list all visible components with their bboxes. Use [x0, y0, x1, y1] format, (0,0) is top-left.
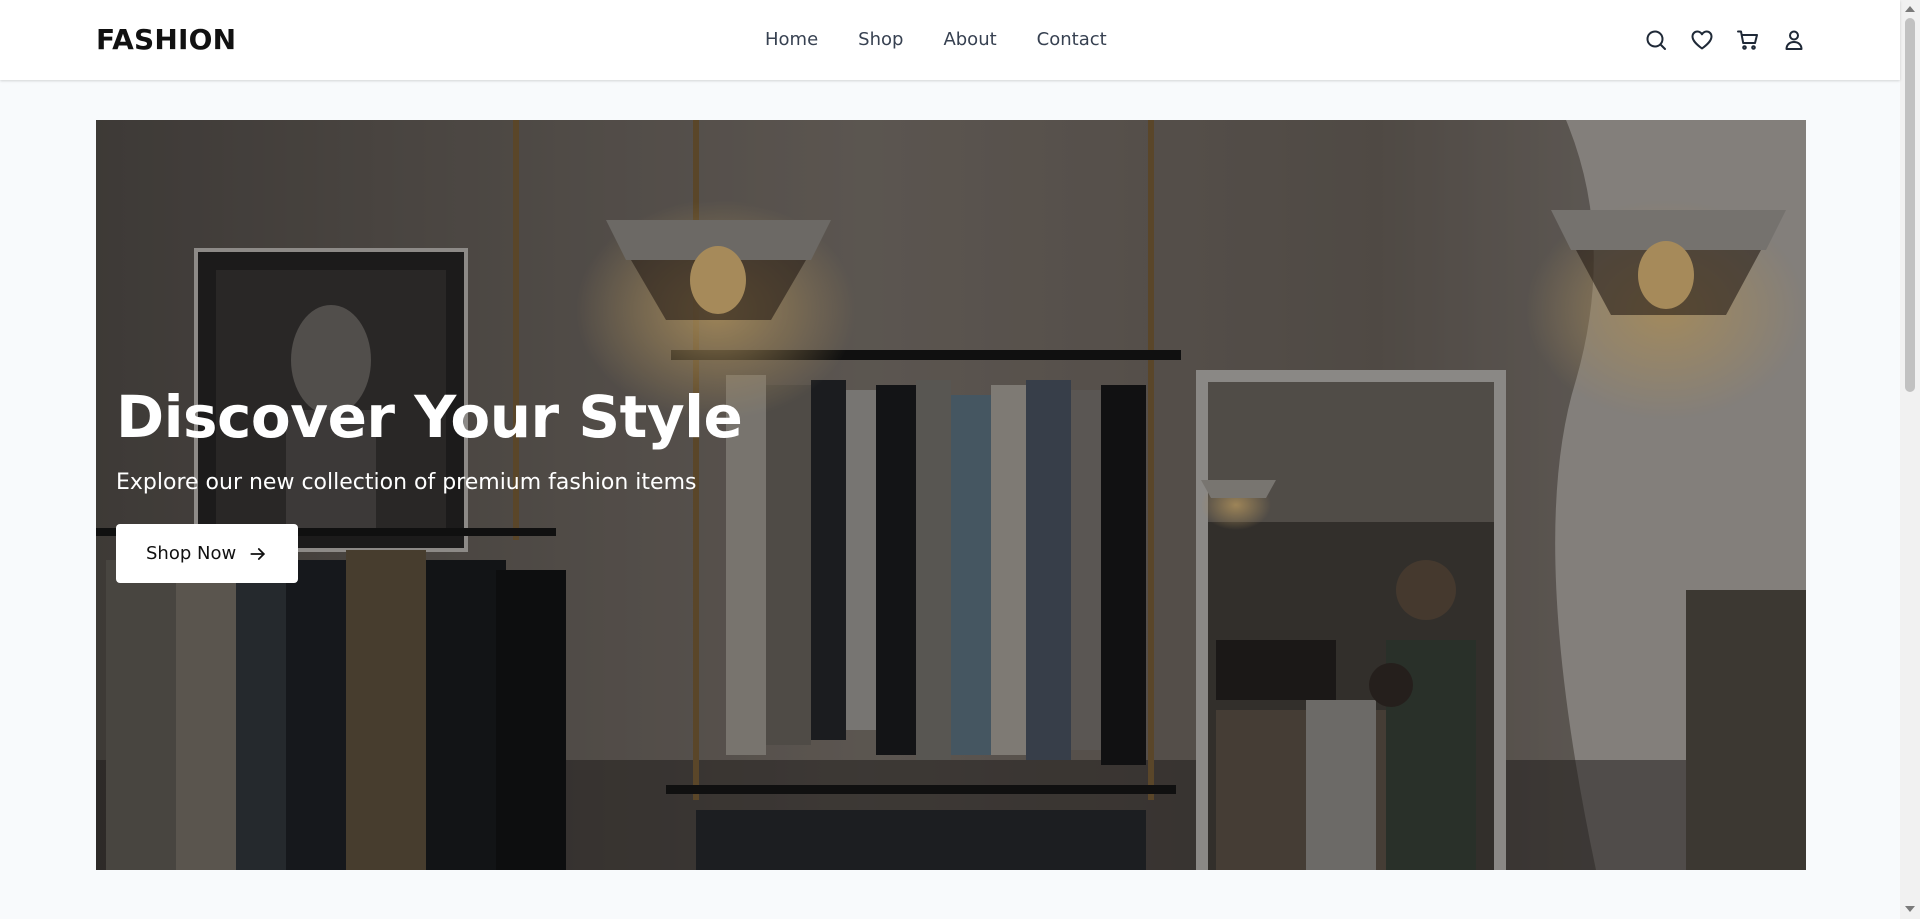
scroll-up-arrow[interactable]: [1905, 6, 1915, 12]
heart-icon: [1691, 30, 1713, 50]
scroll-thumb[interactable]: [1905, 18, 1915, 392]
account-button[interactable]: [1781, 27, 1807, 53]
search-icon: [1646, 30, 1666, 50]
header-actions: [1643, 27, 1807, 53]
user-icon: [1785, 30, 1803, 50]
scroll-down-arrow[interactable]: [1905, 906, 1915, 912]
hero-title: Discover Your Style: [116, 383, 743, 451]
nav-link-shop[interactable]: Shop: [858, 27, 903, 53]
wishlist-button[interactable]: [1689, 27, 1715, 53]
nav-link-home[interactable]: Home: [765, 27, 818, 53]
shop-now-button[interactable]: Shop Now: [116, 524, 299, 583]
main-nav: Home Shop About Contact: [765, 27, 1107, 53]
shop-now-label: Shop Now: [146, 543, 237, 564]
nav-link-about[interactable]: About: [943, 27, 996, 53]
hero-content: Discover Your Style Explore our new coll…: [116, 382, 743, 583]
hero-subtitle: Explore our new collection of premium fa…: [116, 470, 697, 495]
site-header: FASHION Home Shop About Contact: [0, 0, 1900, 80]
hero-banner: Discover Your Style Explore our new coll…: [96, 120, 1806, 870]
arrow-right-icon: [250, 547, 265, 560]
page-scrollbar[interactable]: [1900, 0, 1920, 919]
cart-icon: [1737, 30, 1758, 50]
search-button[interactable]: [1643, 27, 1669, 53]
nav-link-contact[interactable]: Contact: [1037, 27, 1107, 53]
cart-button[interactable]: [1735, 27, 1761, 53]
site-logo[interactable]: FASHION: [96, 22, 236, 58]
